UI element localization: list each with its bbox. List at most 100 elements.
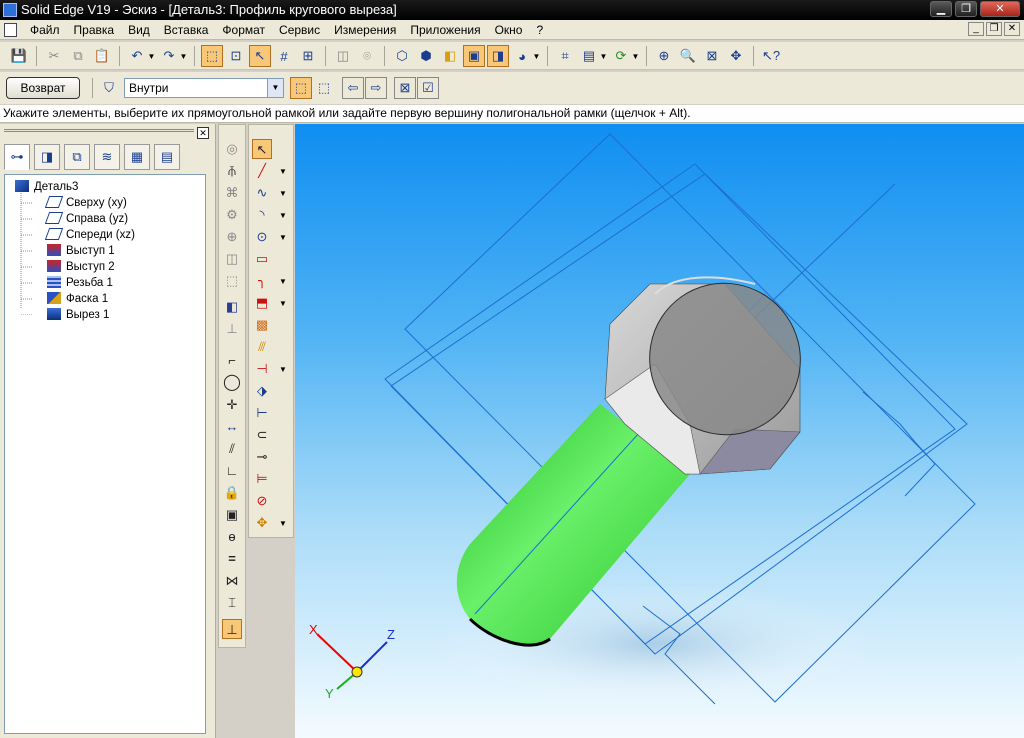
pan-icon[interactable]: ✥ xyxy=(725,45,747,67)
model-view[interactable] xyxy=(295,124,1024,738)
cut-icon[interactable]: ✂ xyxy=(43,45,65,67)
arc-dropdown-icon[interactable]: ▼ xyxy=(279,211,287,220)
tree-item-protrusion-2[interactable]: Выступ 2 xyxy=(47,259,115,275)
curve-dropdown-icon[interactable]: ▼ xyxy=(279,189,287,198)
hidden-edges-icon[interactable]: ⬢ xyxy=(415,45,437,67)
doc-close-button[interactable]: ✕ xyxy=(1004,22,1020,36)
circle-cross-icon[interactable]: ⊕ xyxy=(222,227,242,247)
refresh-icon[interactable]: ⟳ xyxy=(610,45,632,67)
previous-arrow-icon[interactable]: ⇦ xyxy=(342,77,364,99)
scale-icon[interactable]: ⬚ xyxy=(222,271,242,291)
menu-tools[interactable]: Сервис xyxy=(279,20,320,40)
selection-mode-select[interactable]: Внутри ▼ xyxy=(124,78,284,98)
menu-help[interactable]: ? xyxy=(536,20,543,40)
tree-item-front-plane[interactable]: Спереди (xz) xyxy=(44,227,135,243)
trim-curve-icon[interactable]: ⫻ xyxy=(252,337,272,357)
3d-viewport[interactable]: X Z Y xyxy=(295,124,1024,738)
paste-icon[interactable]: 📋 xyxy=(91,45,113,67)
symmetry-axis-icon[interactable]: ⌶ xyxy=(222,593,242,613)
coordinate-dim-icon[interactable]: ⊨ xyxy=(252,469,272,489)
return-button[interactable]: Возврат xyxy=(6,77,80,99)
concentric-icon[interactable]: ◯ xyxy=(222,373,242,393)
menu-file[interactable]: Файл xyxy=(30,20,60,40)
extend-dropdown-icon[interactable]: ▼ xyxy=(279,365,287,374)
select-window-inside-icon[interactable]: ⬚ xyxy=(290,77,312,99)
line-dropdown-icon[interactable]: ▼ xyxy=(279,167,287,176)
tangent-icon[interactable]: ɵ xyxy=(222,527,242,547)
offset-curve-icon[interactable]: ⬒ xyxy=(252,293,272,313)
fill-icon[interactable]: ▩ xyxy=(252,315,272,335)
close-button[interactable]: ✕ xyxy=(980,1,1020,17)
tab-family[interactable]: ⧉ xyxy=(64,144,90,170)
angular-dimension-icon[interactable]: ⊂ xyxy=(252,425,272,445)
offset-dropdown-icon[interactable]: ▼ xyxy=(279,299,287,308)
offset-icon[interactable]: ⌘ xyxy=(222,183,242,203)
move-dropdown-icon[interactable]: ▼ xyxy=(279,519,287,528)
pane-close-button[interactable]: ✕ xyxy=(197,127,209,139)
tree-item-protrusion-1[interactable]: Выступ 1 xyxy=(47,243,115,259)
copy-icon[interactable]: ⧉ xyxy=(67,45,89,67)
menu-view[interactable]: Вид xyxy=(128,20,150,40)
dimension-icon[interactable]: ⊢ xyxy=(252,403,272,423)
view-orient-icon[interactable]: ◫ xyxy=(332,45,354,67)
collinear-icon[interactable]: ↔ xyxy=(222,417,242,437)
rectangle-icon[interactable]: ▭ xyxy=(252,249,272,269)
fit-icon[interactable]: ⊠ xyxy=(701,45,723,67)
undo-dropdown-icon[interactable]: ▼ xyxy=(147,52,156,61)
refresh-dropdown-icon[interactable]: ▼ xyxy=(631,52,640,61)
undo-icon[interactable]: ↶ xyxy=(126,45,148,67)
tab-library[interactable]: ▦ xyxy=(124,144,150,170)
accept-icon[interactable]: ☑ xyxy=(417,77,439,99)
redo-dropdown-icon[interactable]: ▼ xyxy=(179,52,188,61)
grid-icon[interactable]: # xyxy=(273,45,295,67)
tree-item-cutout-1[interactable]: Вырез 1 xyxy=(47,307,109,323)
pathfinder-icon[interactable]: ⌗ xyxy=(554,45,576,67)
parallel-icon[interactable]: ⫽ xyxy=(222,439,242,459)
curve-icon[interactable]: ∿ xyxy=(252,183,272,203)
chevron-down-icon[interactable]: ▼ xyxy=(267,79,283,97)
extend-icon[interactable]: ⊣ xyxy=(252,359,272,379)
views-dropdown-icon[interactable]: ▼ xyxy=(599,52,608,61)
chamfer-tool-icon[interactable]: ⊸ xyxy=(252,447,272,467)
zoom-area-icon[interactable]: ⊕ xyxy=(653,45,675,67)
fillet-dropdown-icon[interactable]: ▼ xyxy=(279,277,287,286)
document-icon[interactable] xyxy=(4,23,17,37)
filter-icon[interactable]: ⛉ xyxy=(98,77,120,99)
menu-format[interactable]: Формат xyxy=(222,20,265,40)
mirror-icon[interactable]: ◫ xyxy=(222,249,242,269)
render-dropdown-icon[interactable]: ▼ xyxy=(532,52,541,61)
angle-icon[interactable]: ∟ xyxy=(222,461,242,481)
symmetric-icon[interactable]: ⋈ xyxy=(222,571,242,591)
pane-grip[interactable] xyxy=(4,129,194,132)
pointer-icon[interactable]: ↖ xyxy=(249,45,271,67)
tree-item-right-plane[interactable]: Справа (yz) xyxy=(44,211,128,227)
horizontal-vertical-icon[interactable]: ⫚ xyxy=(222,161,242,181)
rigid-set-icon[interactable]: ▣ xyxy=(222,505,242,525)
tree-item-top-plane[interactable]: Сверху (xy) xyxy=(44,195,127,211)
doc-restore-button[interactable]: ❐ xyxy=(986,22,1002,36)
cancel-icon[interactable]: ⊠ xyxy=(394,77,416,99)
equal-icon[interactable]: = xyxy=(222,549,242,569)
camera-icon[interactable]: ⌾ xyxy=(356,45,378,67)
select-tool-icon[interactable]: ⬚ xyxy=(201,45,223,67)
named-views-icon[interactable]: ▤ xyxy=(578,45,600,67)
lock-icon[interactable]: 🔒 xyxy=(222,483,242,503)
menu-window[interactable]: Окно xyxy=(495,20,523,40)
shaded-view-icon[interactable]: ◨ xyxy=(487,45,509,67)
trim-icon[interactable]: ⊥ xyxy=(222,319,242,339)
select-window-overlap-icon[interactable]: ⬚ xyxy=(313,77,335,99)
minimize-button[interactable]: ▁ xyxy=(930,1,952,17)
point-on-icon[interactable]: ✛ xyxy=(222,395,242,415)
arc-icon[interactable]: ◝ xyxy=(252,205,272,225)
menu-applications[interactable]: Приложения xyxy=(410,20,480,40)
gear-icon[interactable]: ⚙ xyxy=(222,205,242,225)
maximize-button[interactable]: ❐ xyxy=(955,1,977,17)
tab-layers[interactable]: ≋ xyxy=(94,144,120,170)
fillet-icon[interactable]: ╮ xyxy=(252,271,272,291)
tree-item-chamfer-1[interactable]: Фаска 1 xyxy=(47,291,108,307)
menu-insert[interactable]: Вставка xyxy=(164,20,209,40)
split-icon[interactable]: ◧ xyxy=(222,297,242,317)
project-icon[interactable]: ⬗ xyxy=(252,381,272,401)
shaded-edges-icon[interactable]: ▣ xyxy=(463,45,485,67)
tree-item-thread-1[interactable]: Резьба 1 xyxy=(47,275,113,291)
